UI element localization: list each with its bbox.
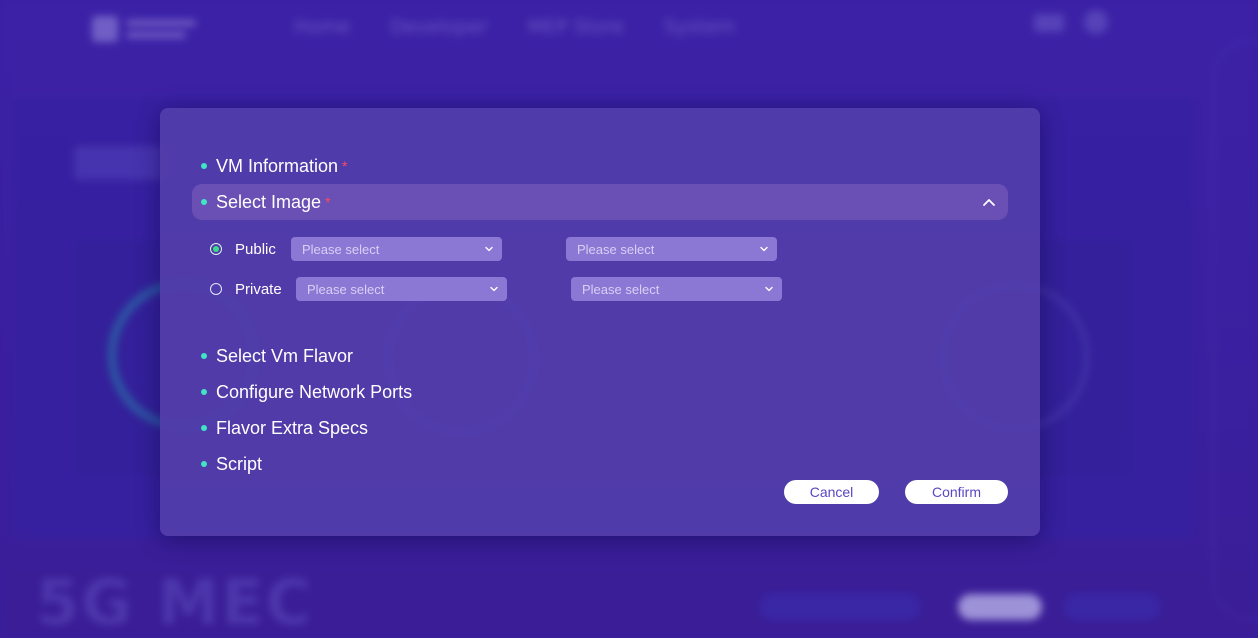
bullet-icon bbox=[201, 353, 207, 359]
section-label: Configure Network Ports bbox=[216, 381, 413, 402]
avatar bbox=[1084, 10, 1108, 34]
required-marker: * bbox=[325, 194, 331, 210]
top-nav-bar: Home Developer MEP Store System bbox=[0, 0, 1258, 60]
chevron-down-icon bbox=[490, 286, 498, 292]
section-flavor-extra-specs[interactable]: Flavor Extra Specs bbox=[192, 410, 368, 446]
select-placeholder: Please select bbox=[577, 241, 655, 257]
section-label: Select Vm Flavor bbox=[216, 345, 354, 366]
section-configure-network-ports[interactable]: Configure Network Ports bbox=[192, 374, 412, 410]
nav-menu: Home Developer MEP Store System bbox=[294, 16, 735, 38]
language-switch bbox=[1034, 14, 1064, 32]
select-placeholder: Please select bbox=[582, 281, 660, 297]
section-label: Flavor Extra Specs bbox=[216, 417, 369, 438]
bullet-icon bbox=[201, 163, 207, 169]
select-placeholder: Please select bbox=[307, 281, 385, 297]
background-side-element bbox=[1212, 40, 1258, 620]
select-placeholder: Please select bbox=[302, 241, 380, 257]
chevron-up-icon[interactable] bbox=[982, 195, 996, 209]
public-image-name-select[interactable]: Please select bbox=[566, 237, 777, 261]
chevron-down-icon bbox=[760, 246, 768, 252]
chevron-down-icon bbox=[485, 246, 493, 252]
section-select-image[interactable]: Select Image * bbox=[192, 184, 1008, 220]
nav-item-developer: Developer bbox=[390, 16, 488, 38]
background-pill bbox=[760, 594, 920, 620]
section-select-vm-flavor[interactable]: Select Vm Flavor bbox=[192, 338, 353, 374]
nav-item-system: System bbox=[663, 16, 735, 38]
public-label: Public bbox=[235, 240, 276, 258]
background-heading: 5G MEC bbox=[36, 566, 314, 638]
background-pill bbox=[1064, 594, 1160, 620]
private-label: Private bbox=[235, 280, 282, 298]
chevron-down-icon bbox=[765, 286, 773, 292]
public-image-option[interactable]: Public bbox=[210, 237, 276, 261]
section-label: Script bbox=[216, 453, 263, 474]
section-label: VM Information bbox=[216, 155, 339, 176]
create-vm-dialog: VM Information * Select Image * Public P… bbox=[160, 108, 1040, 536]
bullet-icon bbox=[201, 425, 207, 431]
background-title bbox=[74, 146, 164, 180]
private-image-option[interactable]: Private bbox=[210, 277, 282, 301]
private-image-name-select[interactable]: Please select bbox=[571, 277, 782, 301]
section-label: Select Image bbox=[216, 191, 322, 212]
section-script[interactable]: Script bbox=[192, 446, 262, 482]
required-marker: * bbox=[342, 158, 348, 174]
bullet-icon bbox=[201, 389, 207, 395]
private-radio[interactable] bbox=[210, 283, 222, 295]
logo bbox=[92, 12, 202, 46]
cancel-button[interactable]: Cancel bbox=[784, 480, 879, 504]
public-image-os-select[interactable]: Please select bbox=[291, 237, 502, 261]
background-pill bbox=[958, 594, 1042, 620]
confirm-button[interactable]: Confirm bbox=[905, 480, 1008, 504]
private-image-os-select[interactable]: Please select bbox=[296, 277, 507, 301]
nav-item-mep-store: MEP Store bbox=[527, 16, 624, 38]
bullet-icon bbox=[201, 199, 207, 205]
public-radio[interactable] bbox=[210, 243, 222, 255]
nav-item-home: Home bbox=[294, 16, 351, 38]
section-vm-information[interactable]: VM Information * bbox=[192, 148, 348, 184]
bullet-icon bbox=[201, 461, 207, 467]
